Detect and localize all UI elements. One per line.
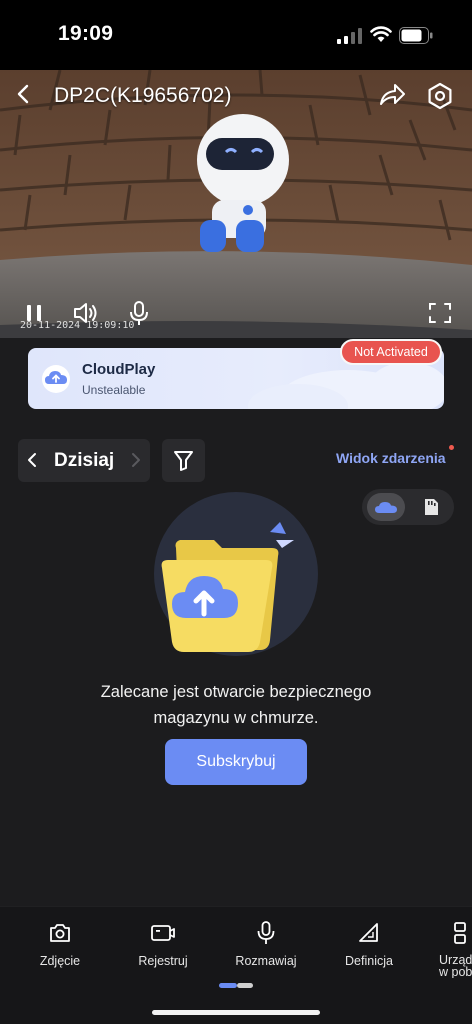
cloud-folder-illustration <box>154 492 318 656</box>
chevron-left-icon[interactable] <box>26 451 38 469</box>
event-view-link[interactable]: Widok zdarzenia <box>336 450 446 466</box>
page-indicator-active <box>219 983 237 988</box>
cloudplay-subtitle: Unstealable <box>82 383 146 397</box>
definition-icon <box>359 923 378 942</box>
toolbar-label: Rozmawiaj <box>235 954 297 968</box>
chevron-right-icon <box>132 453 140 467</box>
battery-icon <box>399 27 433 44</box>
microphone-icon <box>257 921 275 944</box>
toolbar-label-line2: w pobliżu <box>439 965 472 978</box>
empty-state-message: Zalecane jest otwarcie bezpiecznego maga… <box>40 679 432 731</box>
toolbar-item-definition[interactable]: Definicja <box>324 920 414 968</box>
empty-state-line1: Zalecane jest otwarcie bezpiecznego <box>100 683 372 701</box>
cellular-signal-icon <box>337 28 362 44</box>
cloudplay-title: CloudPlay <box>82 361 156 378</box>
filter-button[interactable] <box>162 439 205 482</box>
toolbar-label: Zdjęcie <box>39 954 81 968</box>
subscribe-button[interactable]: Subskrybuj <box>165 739 307 785</box>
fullscreen-icon[interactable] <box>426 300 454 326</box>
share-icon[interactable] <box>378 82 406 108</box>
wifi-icon <box>370 26 392 42</box>
camera-feed-image <box>0 70 472 338</box>
status-bar: 19:09 <box>0 0 472 70</box>
cloud-upload-icon <box>42 365 70 393</box>
live-video-view[interactable]: DP2C(K19656702) 20-11-2024 19:09:10 <box>0 70 472 338</box>
video-record-icon <box>151 925 175 941</box>
settings-icon[interactable] <box>426 82 454 110</box>
date-label: Dzisiaj <box>54 450 115 471</box>
toolbar-item-nearby-devices[interactable]: Urządzenia w pobliżu <box>427 920 472 978</box>
devices-icon <box>454 922 466 944</box>
toolbar-item-talk[interactable]: Rozmawiaj <box>221 920 311 968</box>
toolbar-label: Definicja <box>345 954 393 968</box>
toolbar-item-record[interactable]: Rejestruj <box>118 920 208 968</box>
status-time: 19:09 <box>58 22 114 45</box>
filter-icon <box>174 451 193 471</box>
toolbar-label: Rejestruj <box>138 954 188 968</box>
not-activated-badge: Not Activated <box>340 339 442 365</box>
home-indicator <box>152 1010 320 1015</box>
cloud-icon <box>375 502 397 513</box>
device-title: DP2C(K19656702) <box>54 84 232 107</box>
back-icon[interactable] <box>12 82 36 106</box>
video-timestamp: 20-11-2024 19:09:10 <box>20 320 135 331</box>
cloud-storage-tab[interactable] <box>367 493 405 521</box>
camera-icon <box>50 924 70 942</box>
sd-card-icon[interactable] <box>422 497 440 517</box>
notification-dot <box>449 445 454 450</box>
empty-state-line2: magazynu w chmurze. <box>153 709 319 727</box>
toolbar-item-snapshot[interactable]: Zdjęcie <box>15 920 105 968</box>
page-indicator <box>237 983 253 988</box>
